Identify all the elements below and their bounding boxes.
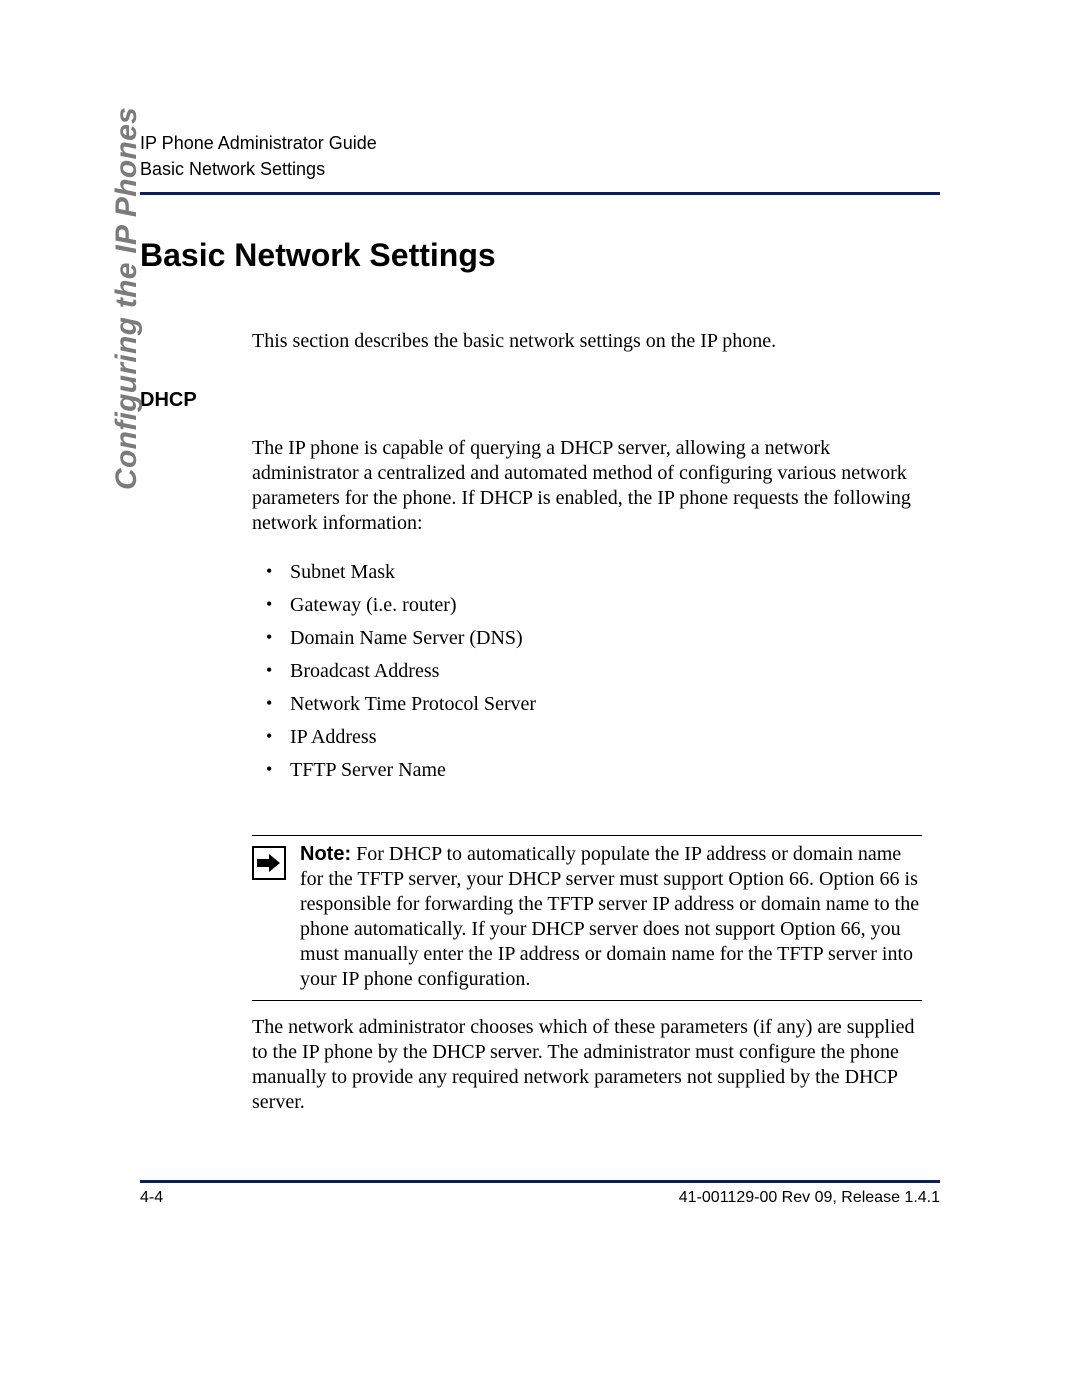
dhcp-bullets: Subnet Mask Gateway (i.e. router) Domain… bbox=[252, 556, 922, 787]
page-header: IP Phone Administrator Guide Basic Netwo… bbox=[140, 130, 940, 182]
doc-reference: 41-001129-00 Rev 09, Release 1.4.1 bbox=[679, 1189, 940, 1207]
chapter-side-tab: Configuring the IP Phones bbox=[110, 107, 144, 490]
header-line-2: Basic Network Settings bbox=[140, 156, 940, 182]
dhcp-para-1: The IP phone is capable of querying a DH… bbox=[252, 436, 922, 536]
footer-rule bbox=[140, 1180, 940, 1183]
arrow-right-icon bbox=[252, 846, 286, 880]
dhcp-body: The IP phone is capable of querying a DH… bbox=[252, 436, 922, 1115]
dhcp-para-2: The network administrator chooses which … bbox=[252, 1015, 922, 1115]
page-footer: 4-4 41-001129-00 Rev 09, Release 1.4.1 bbox=[140, 1180, 940, 1207]
page-number: 4-4 bbox=[140, 1189, 163, 1207]
body-column: This section describes the basic network… bbox=[252, 330, 922, 353]
page: Configuring the IP Phones IP Phone Admin… bbox=[0, 0, 1080, 1397]
note-text: Note: For DHCP to automatically populate… bbox=[300, 842, 922, 992]
list-item: Domain Name Server (DNS) bbox=[252, 622, 922, 655]
list-item: Broadcast Address bbox=[252, 655, 922, 688]
dhcp-heading: DHCP bbox=[140, 389, 940, 412]
note-body: For DHCP to automatically populate the I… bbox=[300, 843, 919, 990]
section-intro: This section describes the basic network… bbox=[252, 330, 922, 353]
note-callout: Note: For DHCP to automatically populate… bbox=[252, 835, 922, 1001]
list-item: Network Time Protocol Server bbox=[252, 688, 922, 721]
list-item: IP Address bbox=[252, 721, 922, 754]
note-label: Note: bbox=[300, 843, 351, 865]
list-item: Subnet Mask bbox=[252, 556, 922, 589]
header-line-1: IP Phone Administrator Guide bbox=[140, 130, 940, 156]
list-item: TFTP Server Name bbox=[252, 754, 922, 787]
list-item: Gateway (i.e. router) bbox=[252, 589, 922, 622]
header-rule bbox=[140, 192, 940, 195]
section-title: Basic Network Settings bbox=[140, 237, 940, 274]
